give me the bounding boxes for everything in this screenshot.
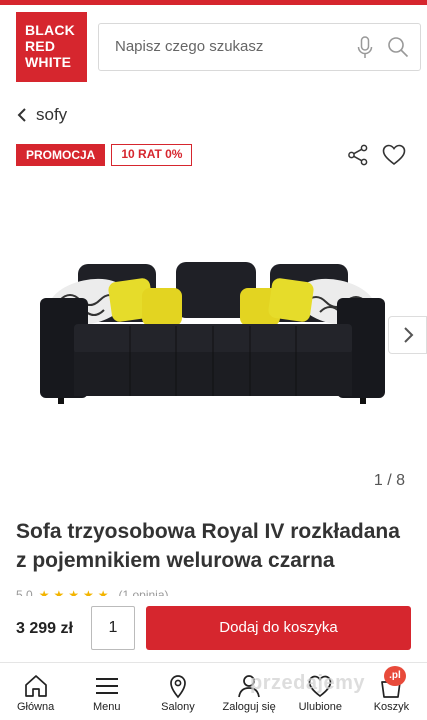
gallery-counter: 1 / 8 <box>373 472 405 489</box>
nav-label-home: Główna <box>16 701 55 713</box>
watermark-text: przedajemy <box>250 672 366 694</box>
nav-item-home[interactable]: Główna <box>0 663 71 720</box>
chevron-left-icon <box>17 108 26 122</box>
search-placeholder: Napisz czego szukasz <box>115 38 264 55</box>
chevron-right-icon <box>403 327 413 343</box>
product-gallery[interactable]: 1 / 8 <box>0 180 427 500</box>
cart-bar: 3 299 zł 1 Dodaj do koszyka <box>0 596 427 662</box>
breadcrumb-back[interactable]: sofy <box>16 103 67 127</box>
microphone-icon[interactable] <box>357 36 373 60</box>
brand-logo[interactable]: BLACK RED WHITE <box>16 12 87 82</box>
search-input[interactable]: Napisz czego szukasz <box>98 23 421 71</box>
nav-label-menu: Menu <box>92 701 121 713</box>
share-icon[interactable] <box>347 144 369 166</box>
breadcrumb-label: sofy <box>36 105 68 124</box>
product-price: 3 299 zł <box>16 620 73 637</box>
gallery-next-button[interactable] <box>388 316 427 354</box>
product-title: Sofa trzyosobowa Royal IV rozkładana z p… <box>16 520 400 572</box>
badge-row: PROMOCJA 10 RAT 0% <box>16 144 193 166</box>
watermark-badge: .pl <box>384 666 406 686</box>
installments-badge: 10 RAT 0% <box>111 144 193 166</box>
map-pin-icon <box>170 675 186 699</box>
promo-badge: PROMOCJA <box>16 144 106 166</box>
hamburger-menu-icon <box>95 678 118 694</box>
header: BLACK RED WHITE Napisz czego szukasz <box>0 5 427 91</box>
quantity-input[interactable]: 1 <box>91 606 135 650</box>
product-image-sofa <box>40 262 385 404</box>
nav-label-login: Zaloguj się <box>222 701 276 713</box>
search-icon[interactable] <box>387 36 409 58</box>
nav-item-stores[interactable]: Salony <box>142 663 213 720</box>
home-icon <box>24 675 47 697</box>
nav-label-favorites: Ulubione <box>298 701 342 713</box>
nav-item-menu[interactable]: Menu <box>71 663 142 720</box>
nav-label-cart: Koszyk <box>373 701 410 713</box>
nav-label-stores: Salony <box>161 701 195 713</box>
add-to-cart-button[interactable]: Dodaj do koszyka <box>146 606 411 650</box>
heart-icon[interactable] <box>382 144 406 166</box>
